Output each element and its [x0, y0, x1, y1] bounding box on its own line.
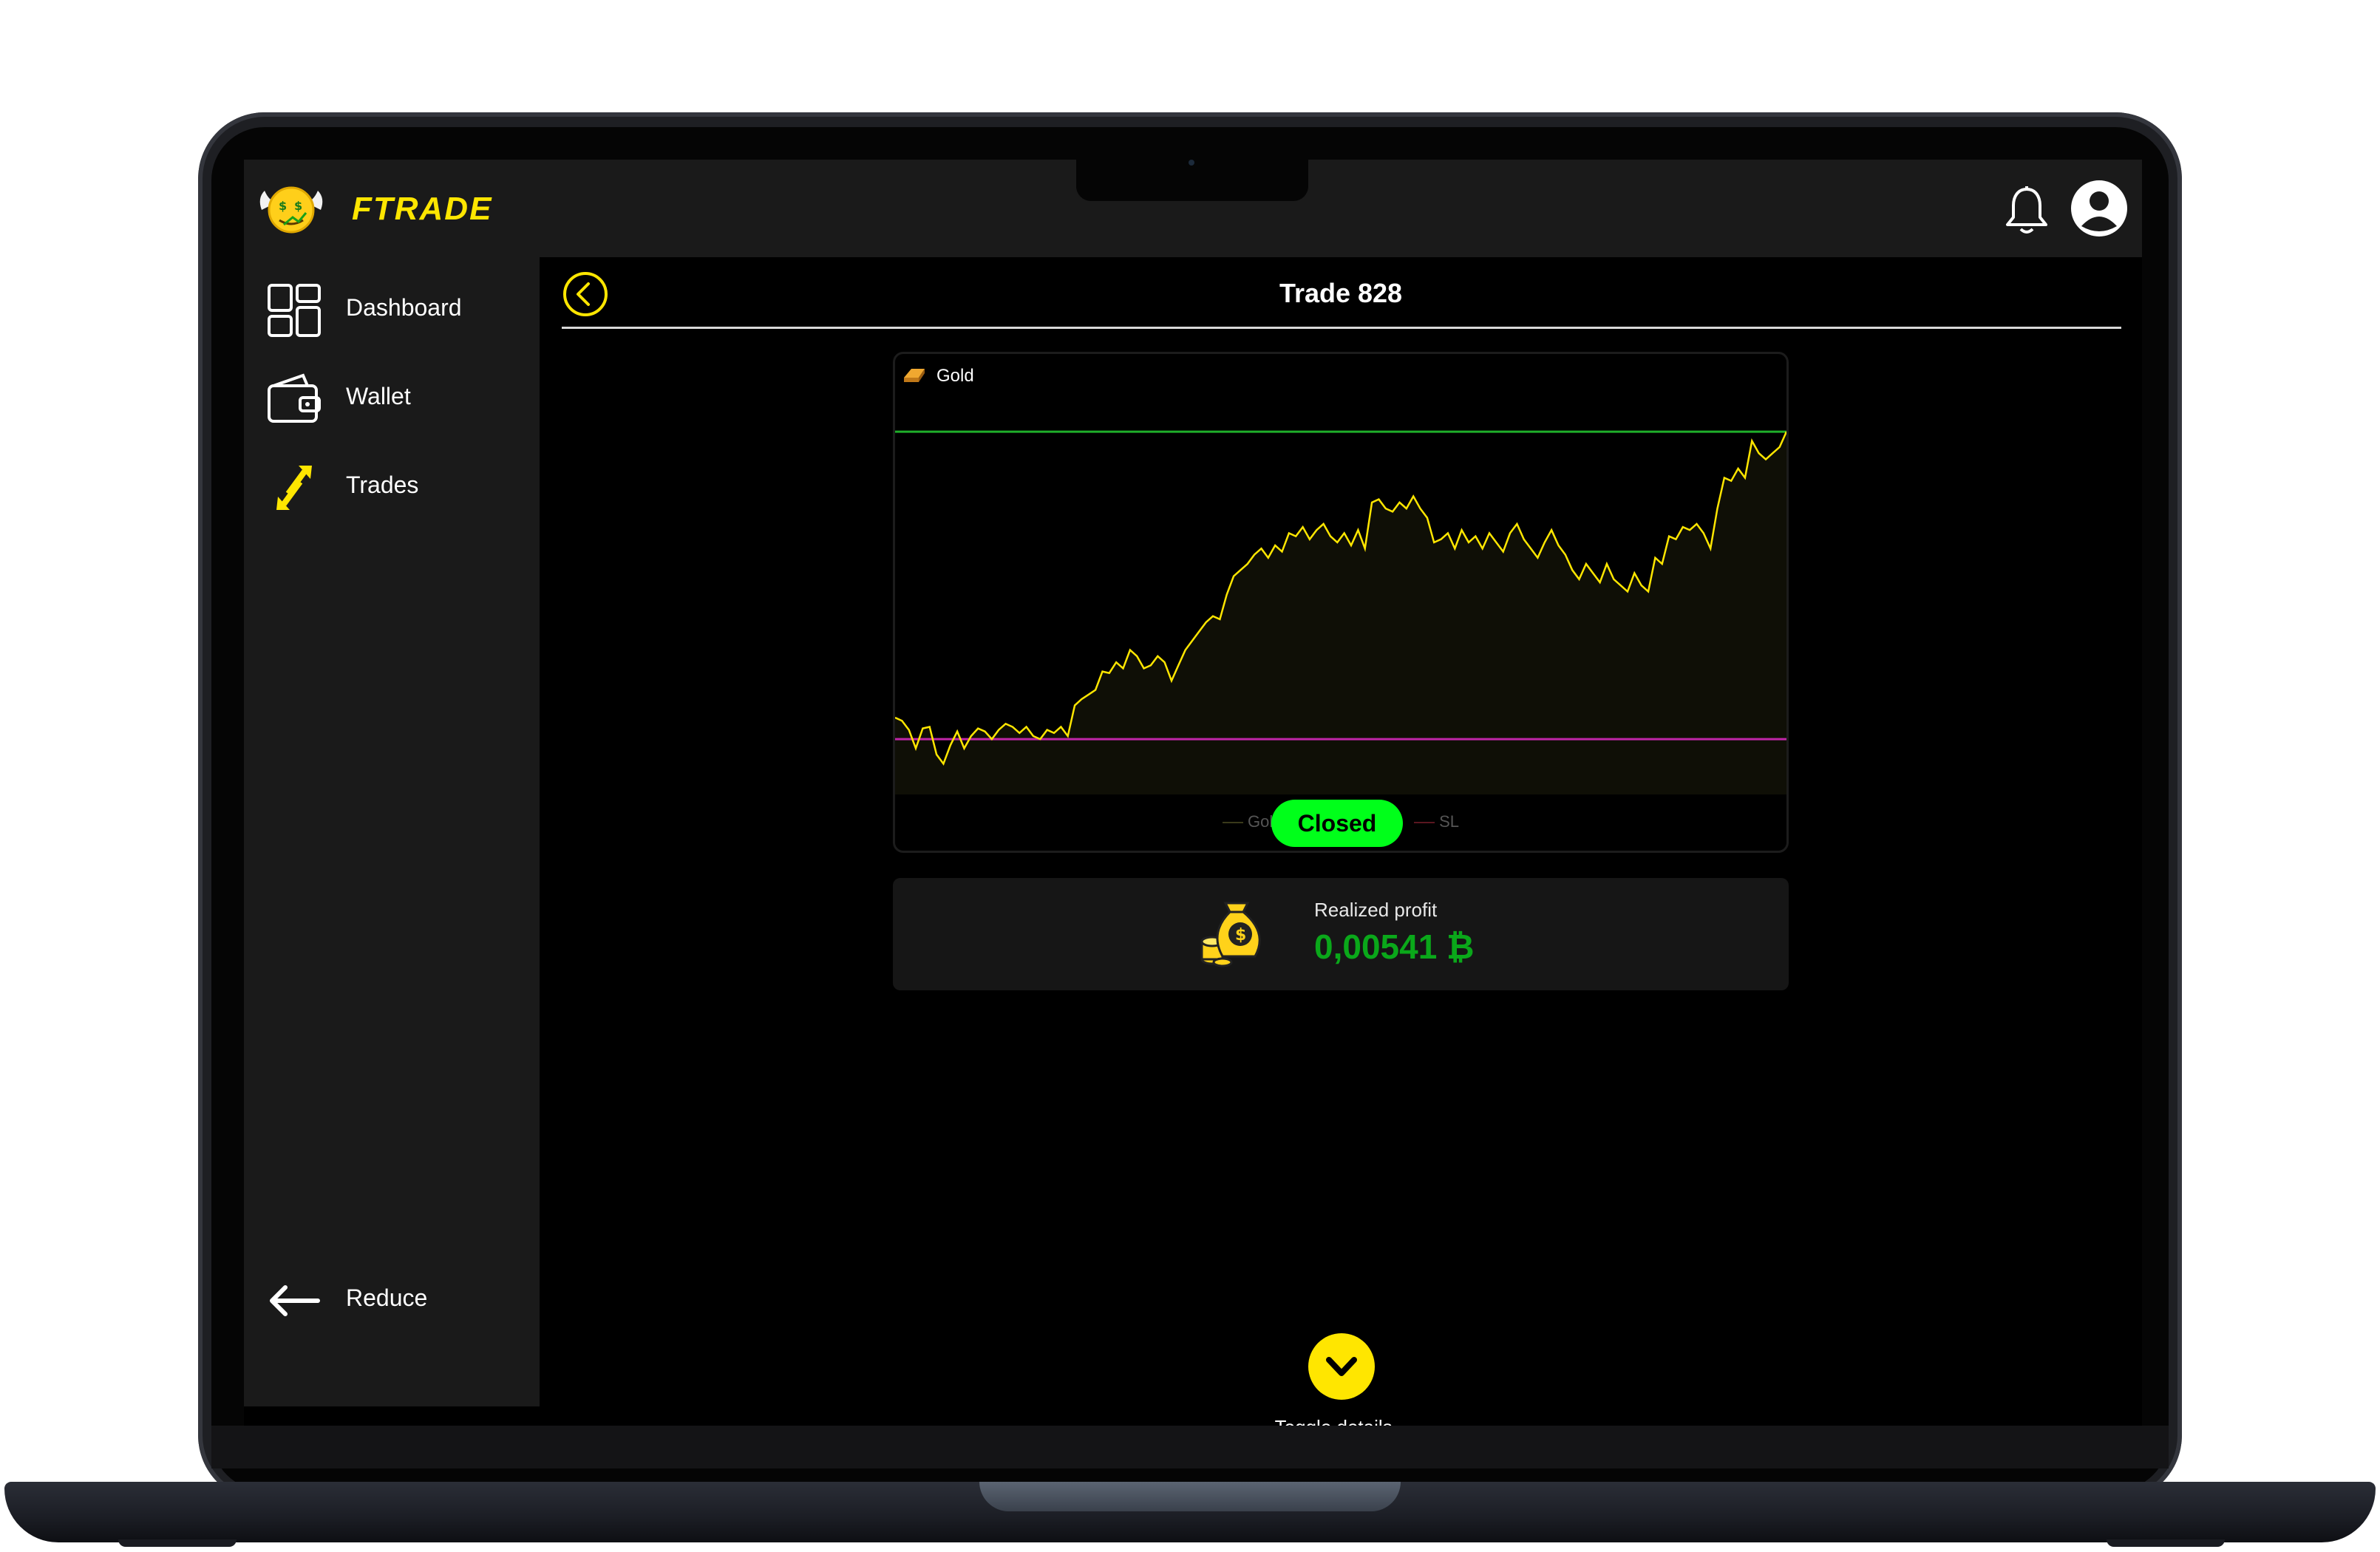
svg-text:$: $	[294, 199, 302, 213]
page-title: Trade 828	[1279, 278, 1403, 308]
svg-text:$: $	[279, 199, 287, 213]
profit-value: 0,00541 ₿	[1314, 928, 1475, 966]
legend-item-sl[interactable]: SL	[1414, 812, 1459, 831]
svg-text:$: $	[1235, 926, 1246, 945]
trade-detail-panel: Trade 828 Gold Gold ZE TP SL Closed	[540, 257, 2142, 1426]
sidebar-reduce-button[interactable]: Reduce	[244, 1262, 540, 1336]
wallet-icon	[268, 373, 321, 423]
brand-name: FTRADE	[352, 191, 493, 227]
sidebar: Dashboard Wallet Trades Reduce	[244, 257, 540, 1406]
screen-chin	[211, 1426, 2169, 1468]
sidebar-item-label: Trades	[346, 472, 419, 498]
laptop-foot-right	[2107, 1539, 2225, 1547]
arrow-left-icon	[270, 1285, 320, 1316]
bell-icon[interactable]	[2003, 185, 2050, 236]
app-screen: $ $ FTRADE Dashboard Wallet Trades Reduc…	[244, 160, 2142, 1426]
dashboard-icon	[268, 284, 321, 337]
sidebar-item-label: Dashboard	[346, 294, 462, 321]
profit-label: Realized profit	[1314, 899, 1438, 921]
camera-icon	[1189, 160, 1194, 166]
status-badge: Closed	[1271, 800, 1403, 847]
profit-card: $ Realized profit 0,00541 ₿	[893, 878, 1789, 990]
chevron-down-icon	[1326, 1357, 1357, 1376]
chart-title: Gold	[936, 366, 974, 386]
laptop-foot-left	[118, 1539, 237, 1547]
ftrade-logo-icon: $ $	[259, 186, 323, 234]
sidebar-item-wallet[interactable]: Wallet	[244, 361, 540, 435]
trades-icon	[276, 466, 312, 510]
toggle-details-label: Toggle details...	[540, 1416, 2142, 1426]
laptop-base-notch	[979, 1482, 1401, 1511]
toggle-details-button[interactable]	[1308, 1333, 1375, 1400]
money-bag-icon: $	[1200, 902, 1261, 967]
user-avatar-icon[interactable]	[2070, 179, 2129, 238]
title-divider	[562, 327, 2121, 329]
price-chart: Gold Gold ZE TP SL	[893, 352, 1789, 853]
sidebar-item-dashboard[interactable]: Dashboard	[244, 272, 540, 346]
sidebar-item-trades[interactable]: Trades	[244, 449, 540, 523]
reduce-label: Reduce	[346, 1284, 428, 1311]
chart-plot	[895, 430, 1786, 794]
gold-bar-icon	[904, 369, 925, 382]
sidebar-item-label: Wallet	[346, 383, 411, 409]
